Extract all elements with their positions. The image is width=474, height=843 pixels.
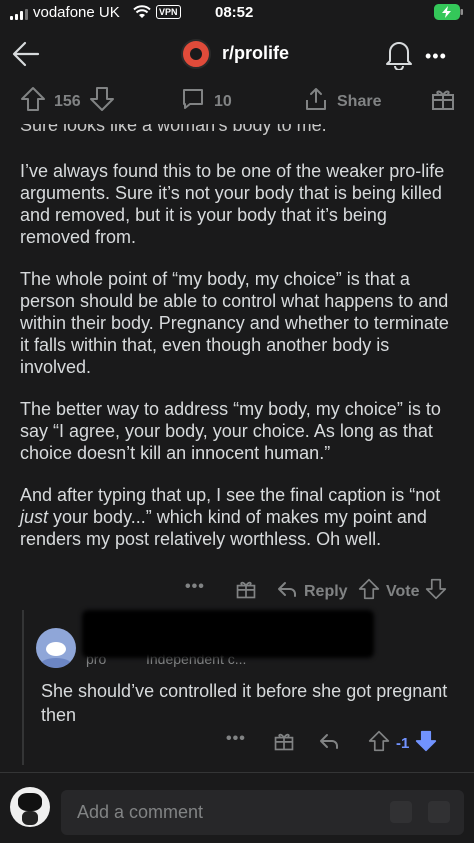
award-icon[interactable] [430,86,456,112]
vote-group: -1 [368,730,437,757]
comment-composer [0,773,474,843]
comment-paragraph: The better way to address “my body, my c… [20,399,441,463]
comment-body: Sure looks like a woman's body to me. I’… [0,124,474,574]
comment-count: 10 [214,92,232,110]
downvote-icon-active[interactable] [415,730,437,757]
downvote-icon[interactable] [89,86,115,117]
wifi-icon [133,5,151,24]
post-action-bar: 156 10 Share [0,86,474,126]
carrier-name: vodafone UK [33,4,120,21]
subreddit-avatar[interactable] [181,39,211,69]
more-options-icon[interactable]: ••• [425,46,447,67]
share-icon [303,86,329,117]
comment-paragraph: I’ve always found this to be one of the … [20,161,445,247]
comments-button[interactable]: 10 [180,86,232,117]
status-bar: vodafone UK VPN 08:52 [0,0,474,28]
user-avatar[interactable] [10,787,50,827]
more-options-icon[interactable]: ••• [185,578,205,596]
reply-body: She should’ve controlled it before she g… [41,681,448,725]
image-icon[interactable] [390,801,412,823]
reply-arrow-icon [276,578,298,605]
comment-bubble-icon [180,86,206,117]
comment-paragraph-final: And after typing that up, I see the fina… [20,484,460,550]
redaction-overlay [82,610,374,658]
downvote-icon[interactable] [425,578,447,605]
comment-action-bar: ••• Reply Vote [0,578,474,604]
reply-score: -1 [396,735,410,752]
back-arrow-icon[interactable] [10,38,42,75]
reply-arrow-icon[interactable] [318,730,340,752]
paragraph-text: And after typing that up, I see the fina… [20,485,441,505]
paragraph-text: your body...” which kind of makes my poi… [20,507,427,549]
share-button[interactable]: Share [303,86,381,117]
gif-icon[interactable] [428,801,450,823]
scrolled-cut-line: Sure looks like a woman's body to me. [20,124,327,135]
upvote-icon[interactable] [368,730,390,757]
upvote-icon[interactable] [358,578,380,605]
award-icon[interactable] [273,730,295,752]
reply-button[interactable]: Reply [276,578,348,605]
comment-paragraph: The whole point of “my body, my choice” … [20,269,449,377]
upvote-count: 156 [54,92,81,110]
bell-icon[interactable] [384,38,414,75]
upvote-icon[interactable] [20,86,46,117]
reply-label: Reply [304,582,348,600]
reply-action-bar: ••• -1 [0,730,474,756]
award-icon[interactable] [235,578,257,600]
emphasis-text: just [20,507,49,527]
vote-group: 156 [20,86,115,117]
vote-group: Vote [358,578,447,605]
status-time: 08:52 [215,4,254,21]
vpn-badge: VPN [156,5,181,19]
more-options-icon[interactable]: ••• [226,730,246,748]
battery-charging-icon [434,4,464,25]
vote-label: Vote [386,582,420,600]
cellular-signal-icon [10,9,28,20]
avatar[interactable] [36,628,76,668]
header: r/prolife ••• [0,28,474,80]
share-label: Share [337,92,382,110]
subreddit-name[interactable]: r/prolife [222,43,289,64]
